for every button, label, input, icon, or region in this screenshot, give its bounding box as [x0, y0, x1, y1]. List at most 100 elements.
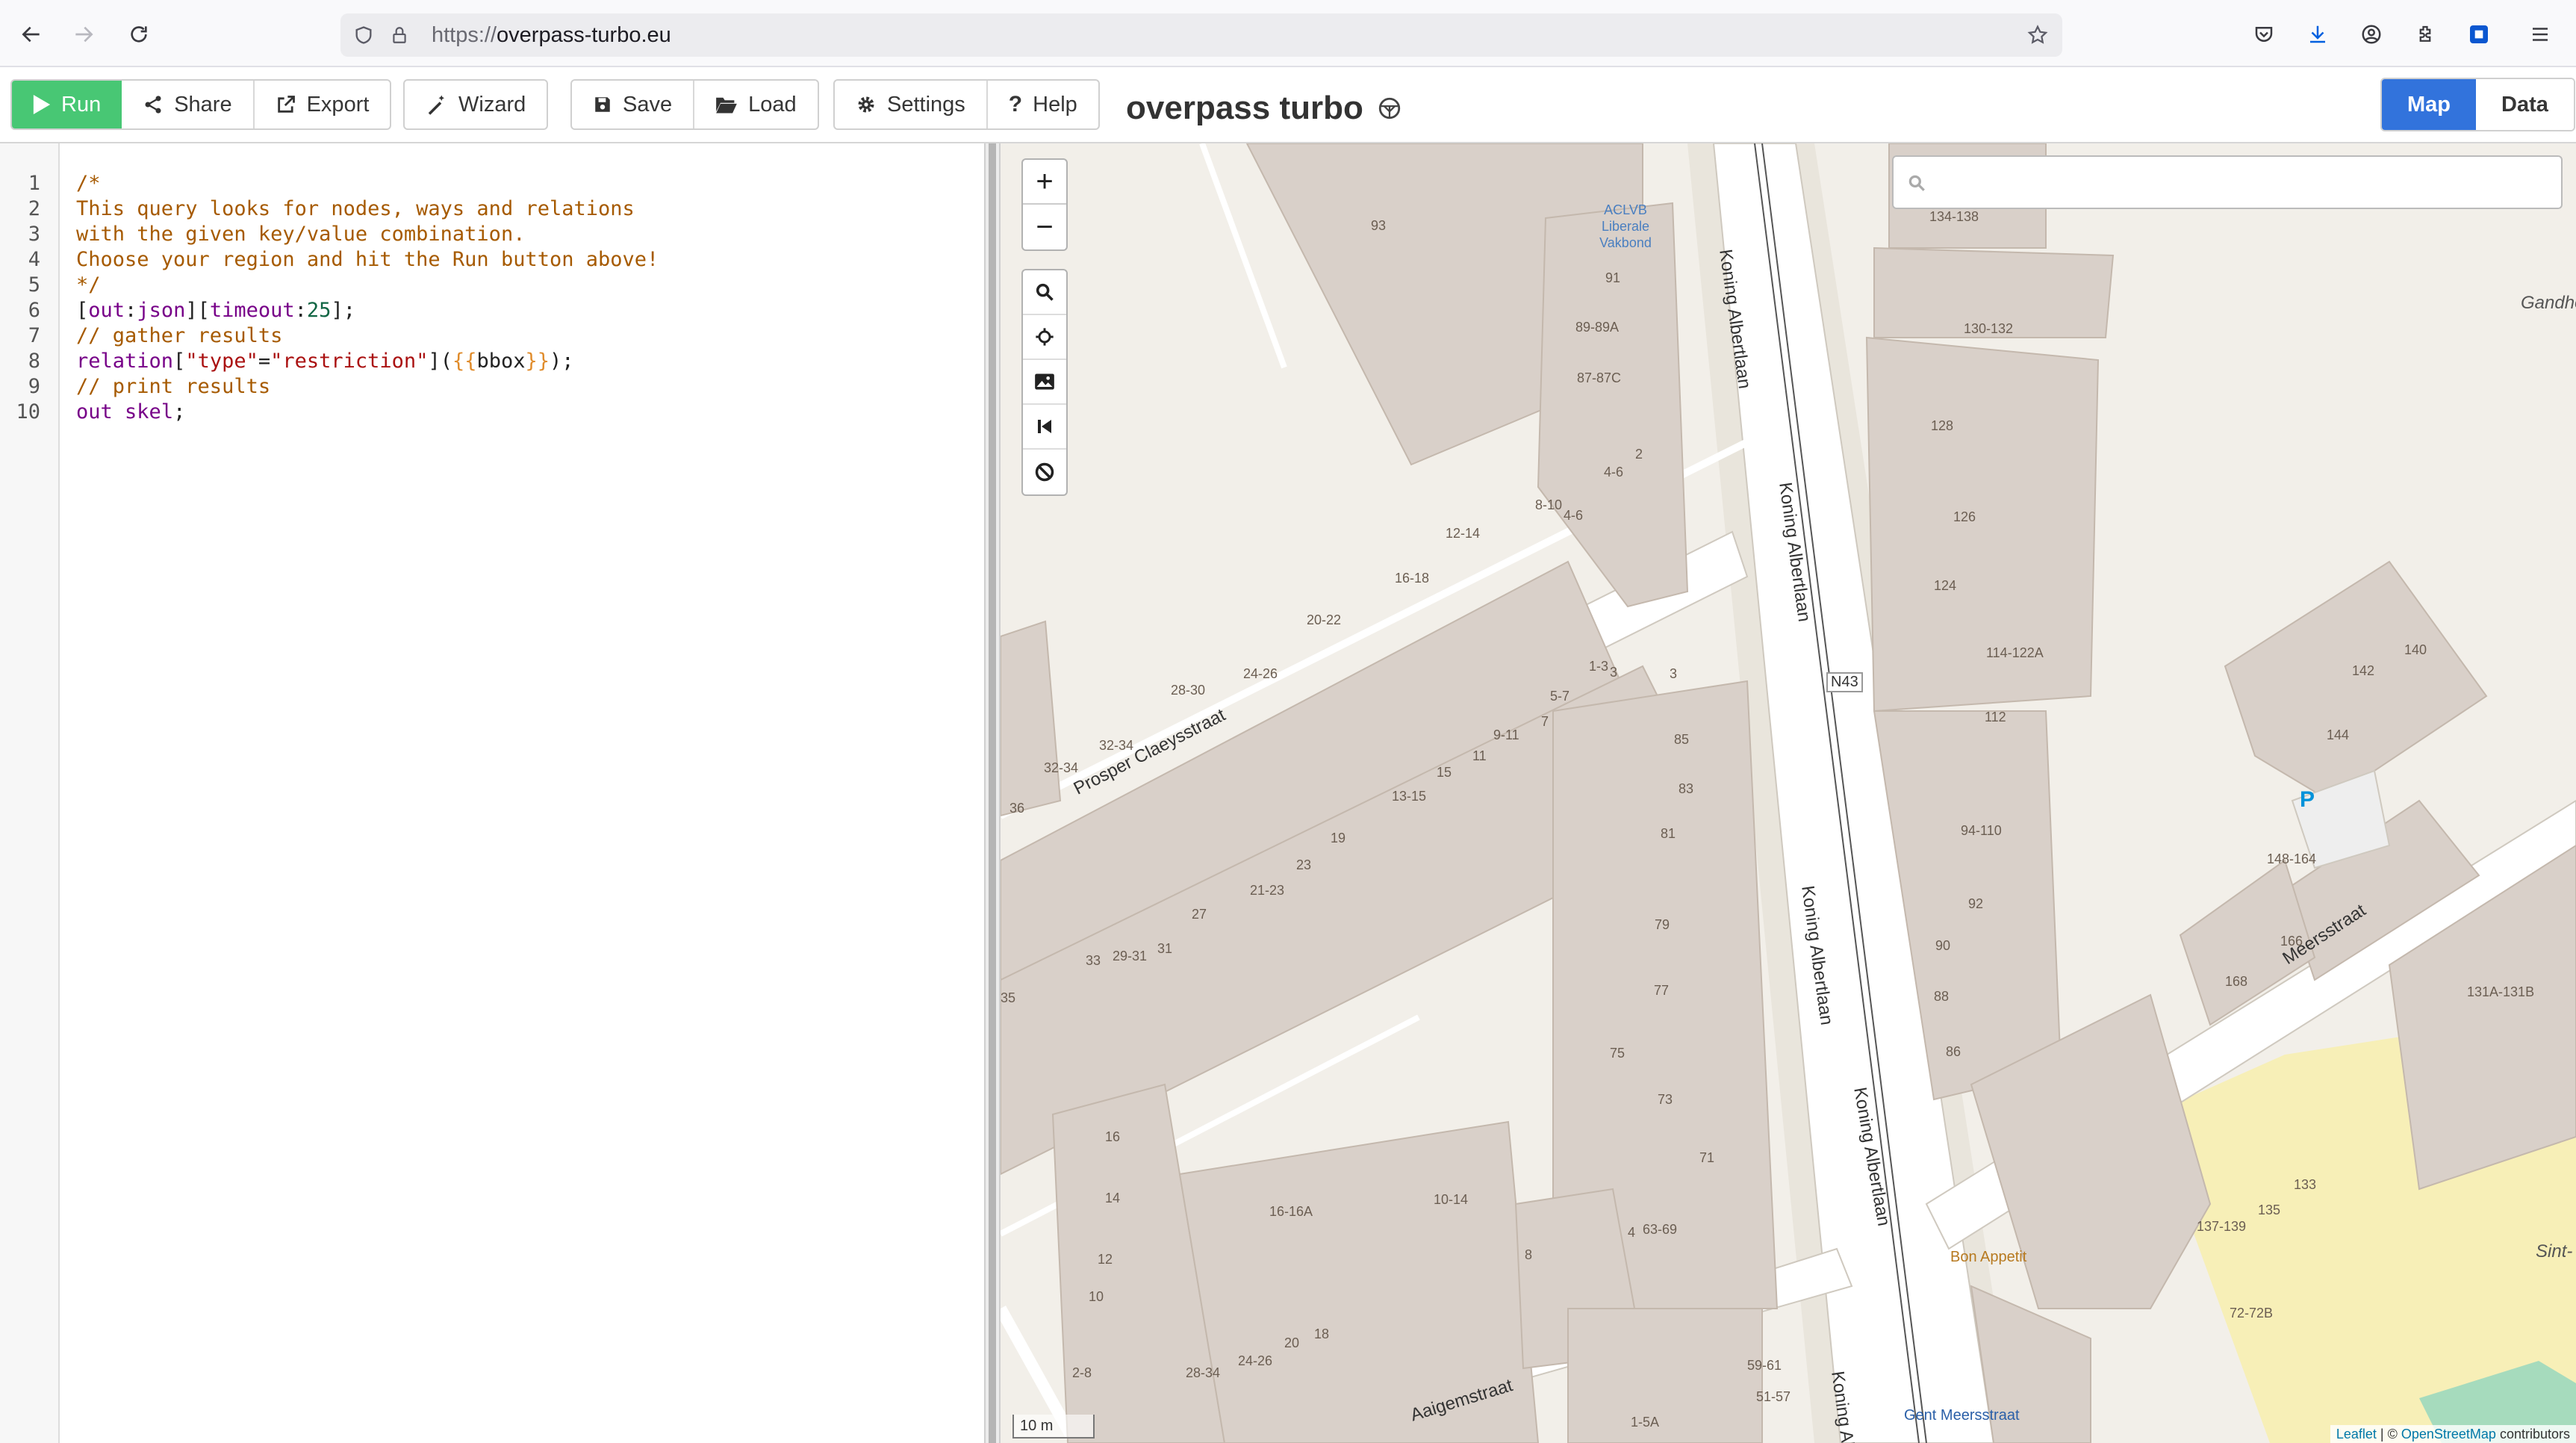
ban-icon — [1035, 462, 1054, 482]
place-label-gandhor: Gandhor — [2521, 293, 2576, 313]
export-image-button[interactable] — [1023, 360, 1066, 405]
house-number: 79 — [1655, 917, 1670, 932]
tab-map[interactable]: Map — [2382, 79, 2476, 130]
house-number: 4-6 — [1604, 465, 1624, 480]
code-line: This query looks for nodes, ways and rel… — [76, 197, 635, 220]
downloads-icon[interactable] — [2304, 21, 2331, 48]
house-number: 33 — [1086, 953, 1101, 968]
code-line: // print results — [76, 375, 271, 398]
run-button[interactable]: Run — [12, 81, 122, 128]
shield-icon[interactable] — [351, 22, 376, 48]
place-label-sint: Sint- — [2536, 1241, 2573, 1262]
zoom-out-button[interactable]: − — [1023, 205, 1066, 249]
share-button[interactable]: Share — [122, 81, 255, 128]
save-button[interactable]: Save — [572, 81, 695, 128]
play-icon — [33, 95, 51, 114]
line-number: 2 — [28, 197, 40, 220]
magic-wand-icon — [428, 95, 444, 115]
house-number: 81 — [1661, 826, 1676, 841]
tab-data[interactable]: Data — [2476, 79, 2574, 130]
house-number: 23 — [1296, 857, 1312, 872]
back-icon[interactable] — [15, 18, 48, 51]
map-view[interactable]: Prosper Claeysstraat Meersstraat Aaigems… — [1001, 143, 2576, 1443]
map-search-input[interactable] — [1937, 164, 2549, 202]
pane-splitter[interactable] — [984, 143, 1001, 1443]
house-number: 4 — [1628, 1225, 1636, 1240]
load-button[interactable]: Load — [694, 81, 818, 128]
menu-icon[interactable] — [2527, 21, 2554, 48]
house-number: 133 — [2294, 1177, 2317, 1192]
line-number-gutter: 1 2 3 4 5 6 7 8 9 10 — [0, 143, 60, 1443]
house-number: 126 — [1953, 509, 1976, 524]
house-number: 166 — [2280, 934, 2303, 949]
house-number: 88 — [1934, 989, 1950, 1004]
house-number: 36 — [1009, 801, 1025, 816]
leaflet-link[interactable]: Leaflet — [2336, 1427, 2377, 1442]
extension-badge-icon[interactable] — [2465, 21, 2492, 48]
run-label: Run — [61, 92, 102, 117]
export-label: Export — [306, 92, 370, 117]
house-number: 12 — [1098, 1252, 1113, 1267]
help-button[interactable]: ? Help — [988, 81, 1098, 128]
house-number: 11 — [1472, 748, 1487, 763]
house-number: 16 — [1105, 1129, 1121, 1144]
forward-icon[interactable] — [67, 18, 100, 51]
export-button[interactable]: Export — [255, 81, 391, 128]
pocket-icon[interactable] — [2250, 21, 2277, 48]
house-number: 24-26 — [1243, 666, 1278, 681]
house-number: 75 — [1610, 1046, 1625, 1061]
house-number: 128 — [1931, 418, 1954, 433]
load-label: Load — [748, 92, 797, 117]
line-number: 4 — [28, 248, 40, 271]
question-mark-icon: ? — [1008, 92, 1023, 117]
map-search — [1892, 155, 2563, 209]
house-number: 27 — [1192, 907, 1207, 922]
house-number: 10-14 — [1434, 1192, 1469, 1207]
house-number: 35 — [1001, 990, 1016, 1005]
house-number: 14 — [1105, 1191, 1121, 1205]
map-tool-control — [1021, 269, 1068, 496]
zoom-to-data-button[interactable] — [1023, 270, 1066, 315]
house-number: 134-138 — [1929, 209, 1979, 224]
house-number: 72-72B — [2230, 1306, 2274, 1321]
view-toggle: Map Data — [2380, 78, 2575, 131]
wizard-button[interactable]: Wizard — [405, 81, 547, 128]
house-number: 21-23 — [1250, 883, 1285, 898]
first-step-button[interactable] — [1023, 405, 1066, 450]
extensions-icon[interactable] — [2412, 21, 2439, 48]
settings-button[interactable]: Settings — [835, 81, 988, 128]
house-number: 86 — [1946, 1044, 1961, 1059]
storage-button-group: Save Load — [570, 79, 819, 130]
crosshair-icon — [1036, 328, 1054, 346]
code-line: out skel; — [76, 400, 186, 423]
clear-data-button[interactable] — [1023, 450, 1066, 494]
reload-icon[interactable] — [122, 18, 155, 51]
house-number: 20 — [1284, 1335, 1300, 1350]
query-editor[interactable]: 1 2 3 4 5 6 7 8 9 10 /* This query looks… — [0, 143, 984, 1443]
address-bar[interactable]: https://overpass-turbo.eu — [340, 13, 2062, 57]
bookmark-star-icon[interactable] — [2025, 22, 2050, 48]
wizard-label: Wizard — [458, 92, 526, 117]
osm-link[interactable]: OpenStreetMap — [2401, 1427, 2496, 1442]
app-title-text: overpass turbo — [1126, 90, 1363, 126]
lock-icon[interactable] — [387, 22, 412, 48]
house-number: 112 — [1985, 710, 2006, 724]
map-tiles — [1001, 143, 2576, 1443]
locate-button[interactable] — [1023, 315, 1066, 360]
house-number: 92 — [1968, 896, 1984, 911]
house-number: 12-14 — [1446, 526, 1481, 541]
house-number: 94-110 — [1961, 823, 2002, 838]
code-line: with the given key/value combination. — [76, 223, 526, 246]
save-label: Save — [623, 92, 673, 117]
line-number: 8 — [28, 350, 40, 373]
line-number: 6 — [28, 299, 40, 322]
splitter-grip[interactable] — [989, 143, 996, 1443]
code-line: */ — [76, 273, 101, 297]
save-icon — [595, 97, 610, 112]
zoom-control: + − — [1021, 158, 1068, 251]
house-number: 114-122A — [1986, 645, 2044, 660]
account-icon[interactable] — [2358, 21, 2385, 48]
house-number: 1-5A — [1631, 1415, 1660, 1430]
zoom-in-button[interactable]: + — [1023, 160, 1066, 205]
house-number: 2-8 — [1072, 1365, 1092, 1380]
